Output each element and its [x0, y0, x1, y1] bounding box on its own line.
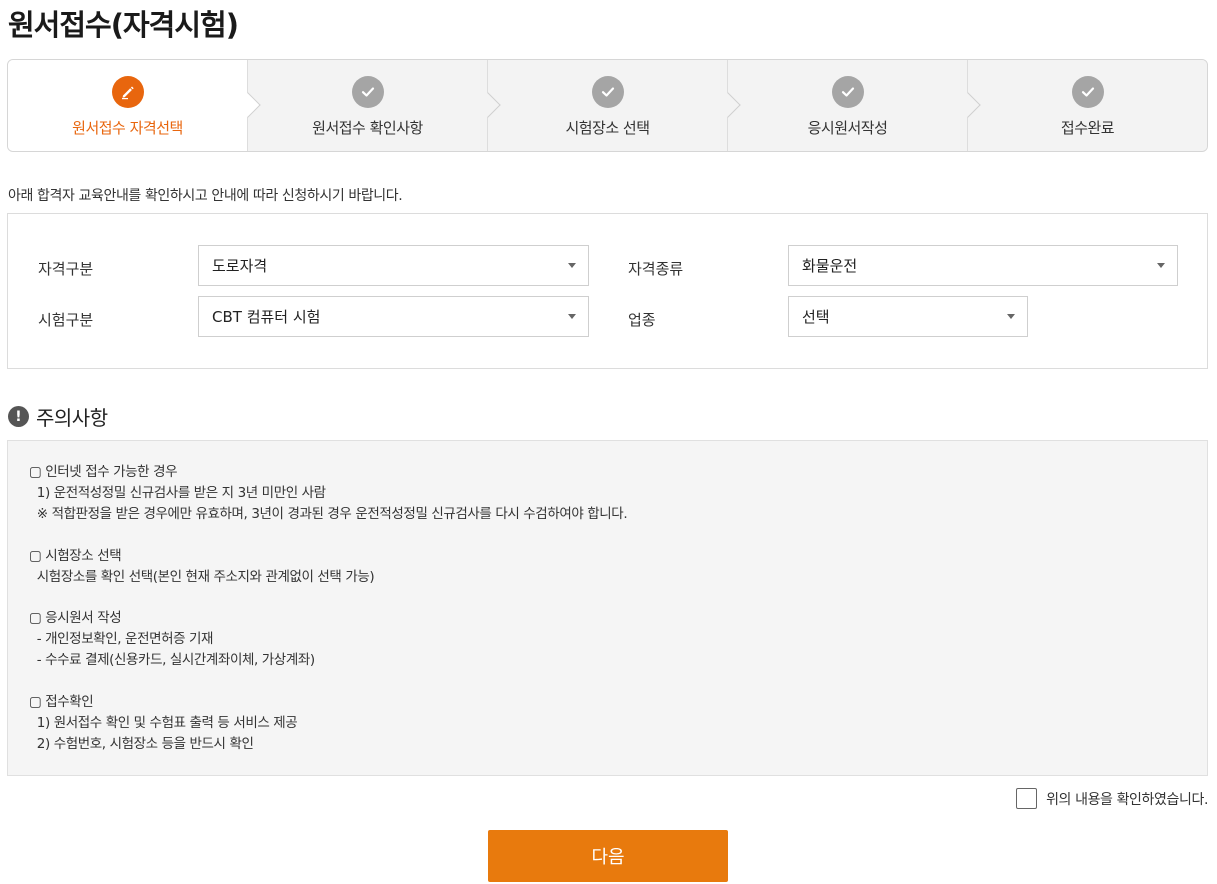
caution-line: 시험장소를 확인 선택(본인 현재 주소지와 관계없이 선택 가능) [29, 568, 375, 585]
caution-title: 주의사항 [36, 406, 108, 430]
check-icon [1071, 76, 1104, 108]
business-type-label: 업종 [628, 311, 656, 329]
step-exam-location: 시험장소 선택 [487, 60, 741, 151]
pencil-icon [111, 76, 144, 108]
agree-label[interactable]: 위의 내용을 확인하였습니다. [1046, 789, 1208, 809]
qualification-type-label: 자격종류 [628, 260, 684, 278]
caution-line: 1) 원서접수 확인 및 수험표 출력 등 서비스 제공 [29, 714, 298, 731]
caution-line: 2) 수험번호, 시험장소 등을 반드시 확인 [29, 736, 254, 753]
caution-header: ! 주의사항 [8, 402, 108, 431]
step-label: 응시원서작성 [807, 119, 888, 137]
caret-down-icon [1007, 314, 1015, 319]
check-icon [351, 76, 384, 108]
exam-category-label: 시험구분 [38, 311, 94, 329]
step-label: 원서접수 확인사항 [312, 119, 423, 137]
caution-box: ▢ 인터넷 접수 가능한 경우 1) 운전적성정밀 신규검사를 받은 지 3년 … [7, 440, 1208, 776]
caution-heading: ▢ 인터넷 접수 가능한 경우 [29, 464, 178, 480]
caret-down-icon [568, 263, 576, 268]
caution-line: 1) 운전적성정밀 신규검사를 받은 지 3년 미만인 사람 [29, 485, 326, 502]
select-value: CBT 컴퓨터 시험 [212, 308, 321, 326]
caution-heading: ▢ 시험장소 선택 [29, 547, 122, 564]
step-label: 접수완료 [1060, 119, 1115, 137]
agree-row: 위의 내용을 확인하였습니다. [1016, 788, 1208, 809]
qualification-type-select[interactable]: 화물운전 [788, 245, 1178, 286]
step-application-form: 응시원서작성 [727, 60, 981, 151]
select-value: 도로자격 [212, 257, 268, 275]
check-icon [831, 76, 864, 108]
select-value: 화물운전 [802, 257, 858, 275]
caution-heading: ▢ 접수확인 [29, 693, 94, 710]
step-qualification-select: 원서접수 자격선택 [8, 60, 261, 151]
select-value: 선택 [802, 308, 830, 326]
caret-down-icon [568, 314, 576, 319]
exclamation-icon: ! [8, 406, 29, 427]
caution-heading: ▢ 응시원서 작성 [29, 610, 122, 627]
business-type-select[interactable]: 선택 [788, 296, 1028, 337]
caution-line: - 개인정보확인, 운전면허증 기재 [29, 631, 214, 648]
exam-category-select[interactable]: CBT 컴퓨터 시험 [198, 296, 589, 337]
caret-down-icon [1157, 263, 1165, 268]
step-label: 시험장소 선택 [565, 119, 650, 137]
qualification-form: 자격구분 도로자격 자격종류 화물운전 시험구분 CBT 컴퓨터 시험 업종 선… [7, 213, 1208, 369]
step-progress: 원서접수 자격선택 원서접수 확인사항 시험장소 선택 응시원서작성 접수완료 [7, 59, 1208, 152]
step-label: 원서접수 자격선택 [72, 119, 183, 137]
next-button[interactable]: 다음 [488, 830, 728, 882]
check-icon [591, 76, 624, 108]
step-confirm-items: 원서접수 확인사항 [247, 60, 501, 151]
guide-text: 아래 합격자 교육안내를 확인하시고 안내에 따라 신청하시기 바랍니다. [8, 188, 403, 204]
step-complete: 접수완료 [967, 60, 1207, 151]
agree-checkbox[interactable] [1016, 788, 1038, 809]
qualification-category-label: 자격구분 [38, 260, 94, 278]
caution-line: - 수수료 결제(신용카드, 실시간계좌이체, 가상계좌) [29, 652, 315, 669]
caution-line: ※ 적합판정을 받은 경우에만 유효하며, 3년이 경과된 경우 운전적성정밀 … [29, 506, 628, 523]
page-title: 원서접수(자격시험) [8, 8, 239, 42]
qualification-category-select[interactable]: 도로자격 [198, 245, 589, 286]
